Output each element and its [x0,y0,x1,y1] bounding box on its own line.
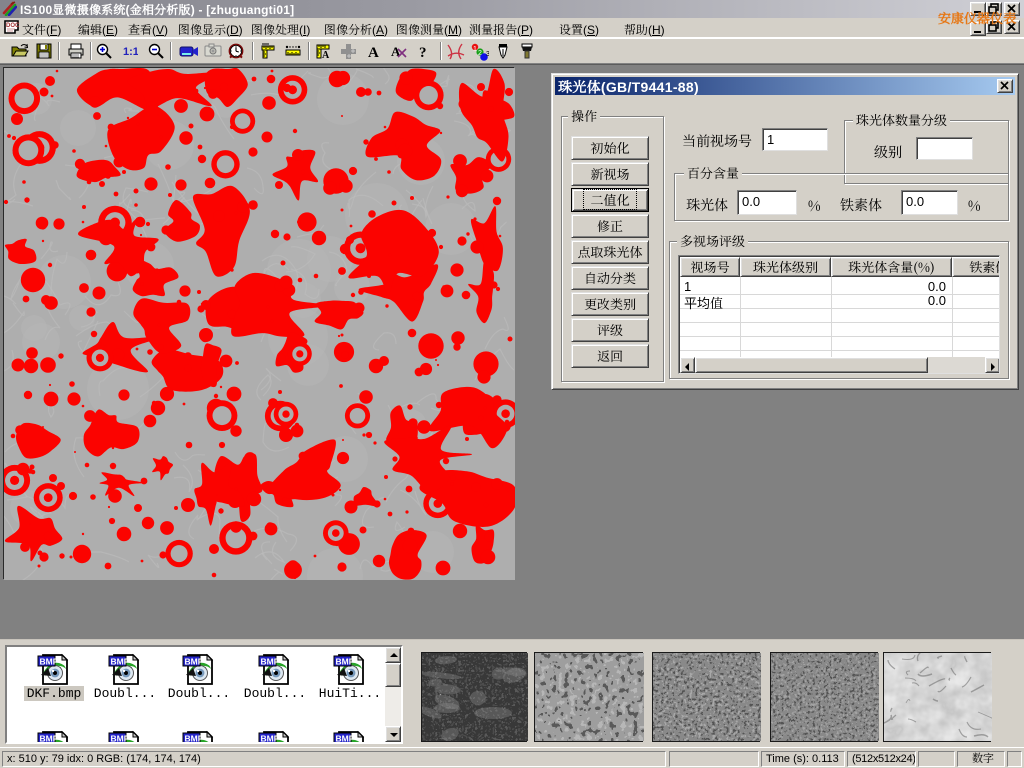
svg-text:?: ? [419,45,427,59]
svg-text:A: A [368,45,379,59]
svg-text:BMP: BMP [111,657,130,667]
svg-text:1: 1 [473,46,477,53]
svg-text:BMP: BMP [336,657,355,667]
svg-text:DOC: DOC [6,23,19,29]
svg-text:2: 2 [478,50,482,57]
svg-text:BMP: BMP [336,734,355,744]
svg-text:3: 3 [486,51,489,58]
svg-text:BMP: BMP [261,657,280,667]
svg-text:A: A [322,50,330,59]
svg-text:BMP: BMP [40,734,59,744]
svg-text:BMP: BMP [185,657,204,667]
svg-text:BMP: BMP [185,734,204,744]
svg-text:BMP: BMP [40,657,59,667]
svg-text:1:1: 1:1 [123,46,138,58]
svg-text:BMP: BMP [261,734,280,744]
svg-text:BMP: BMP [111,734,130,744]
